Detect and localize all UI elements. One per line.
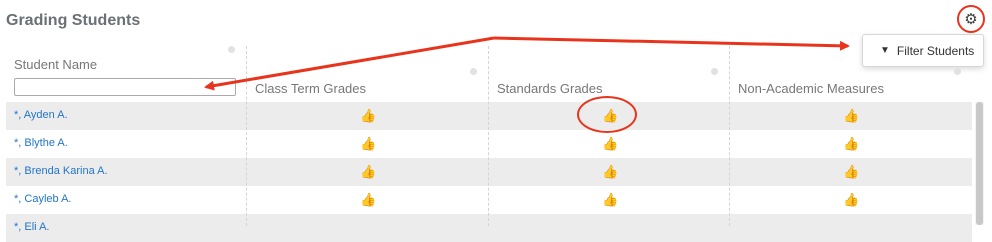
thumbs-up-icon: 👍 [360,108,377,123]
thumbs-up-icon: 👍 [360,136,377,151]
thumbs-up-icon: 👍 [843,108,860,123]
thumbs-up-icon: 👍 [602,136,619,151]
student-name-link[interactable]: *, Blythe A. [14,137,68,149]
thumbs-up-icon: 👍 [843,136,860,151]
column-settings-icon[interactable] [711,68,718,75]
header-non-academic-measures: Non-Academic Measures [729,46,972,102]
column-settings-icon[interactable] [470,68,477,75]
header-row: Student Name Class Term Grades Standards… [6,46,972,102]
table-row[interactable]: *, Brenda Karina A. 👍 👍 👍 [6,158,972,186]
annotation-circle [577,96,637,133]
scrollbar-thumb[interactable] [976,102,983,225]
thumbs-up-icon: 👍 [843,164,860,179]
table-row[interactable]: *, Blythe A. 👍 👍 👍 [6,130,972,158]
thumbs-up-icon: 👍 [843,192,860,207]
settings-button[interactable]: ⚙ [957,5,985,33]
header-class-term-grades: Class Term Grades [246,46,488,102]
header-label: Non-Academic Measures [738,81,884,96]
table-row[interactable]: *, Cayleb A. 👍 👍 👍 [6,186,972,214]
page-title: Grading Students [6,12,141,29]
column-divider [246,46,247,226]
student-name-link[interactable]: *, Cayleb A. [14,193,71,205]
vertical-scrollbar[interactable] [975,102,984,225]
column-divider [729,46,730,226]
thumbs-up-icon: 👍 [360,192,377,207]
thumbs-up-icon: 👍 [602,164,619,179]
grading-grid: Student Name Class Term Grades Standards… [6,46,972,242]
header-standards-grades: Standards Grades [488,46,729,102]
student-name-link[interactable]: *, Brenda Karina A. [14,165,108,177]
annotation-arrow [493,36,850,51]
table-row[interactable]: *, Eli A. [6,214,972,242]
header-label: Class Term Grades [255,81,367,96]
student-name-link[interactable]: *, Ayden A. [14,109,68,121]
header-label: Standards Grades [497,81,603,96]
column-settings-icon[interactable] [228,46,235,53]
column-divider [488,46,489,226]
column-settings-icon[interactable] [954,68,961,75]
student-name-link[interactable]: *, Eli A. [14,221,49,233]
gear-icon: ⚙ [964,10,978,28]
header-student-name: Student Name [6,46,246,102]
table-row[interactable]: *, Ayden A. 👍 👍 👍 [6,102,972,130]
thumbs-up-icon: 👍 [602,192,619,207]
thumbs-up-icon: 👍 [360,164,377,179]
header-label: Student Name [14,57,98,72]
student-name-filter-input[interactable] [14,78,236,96]
